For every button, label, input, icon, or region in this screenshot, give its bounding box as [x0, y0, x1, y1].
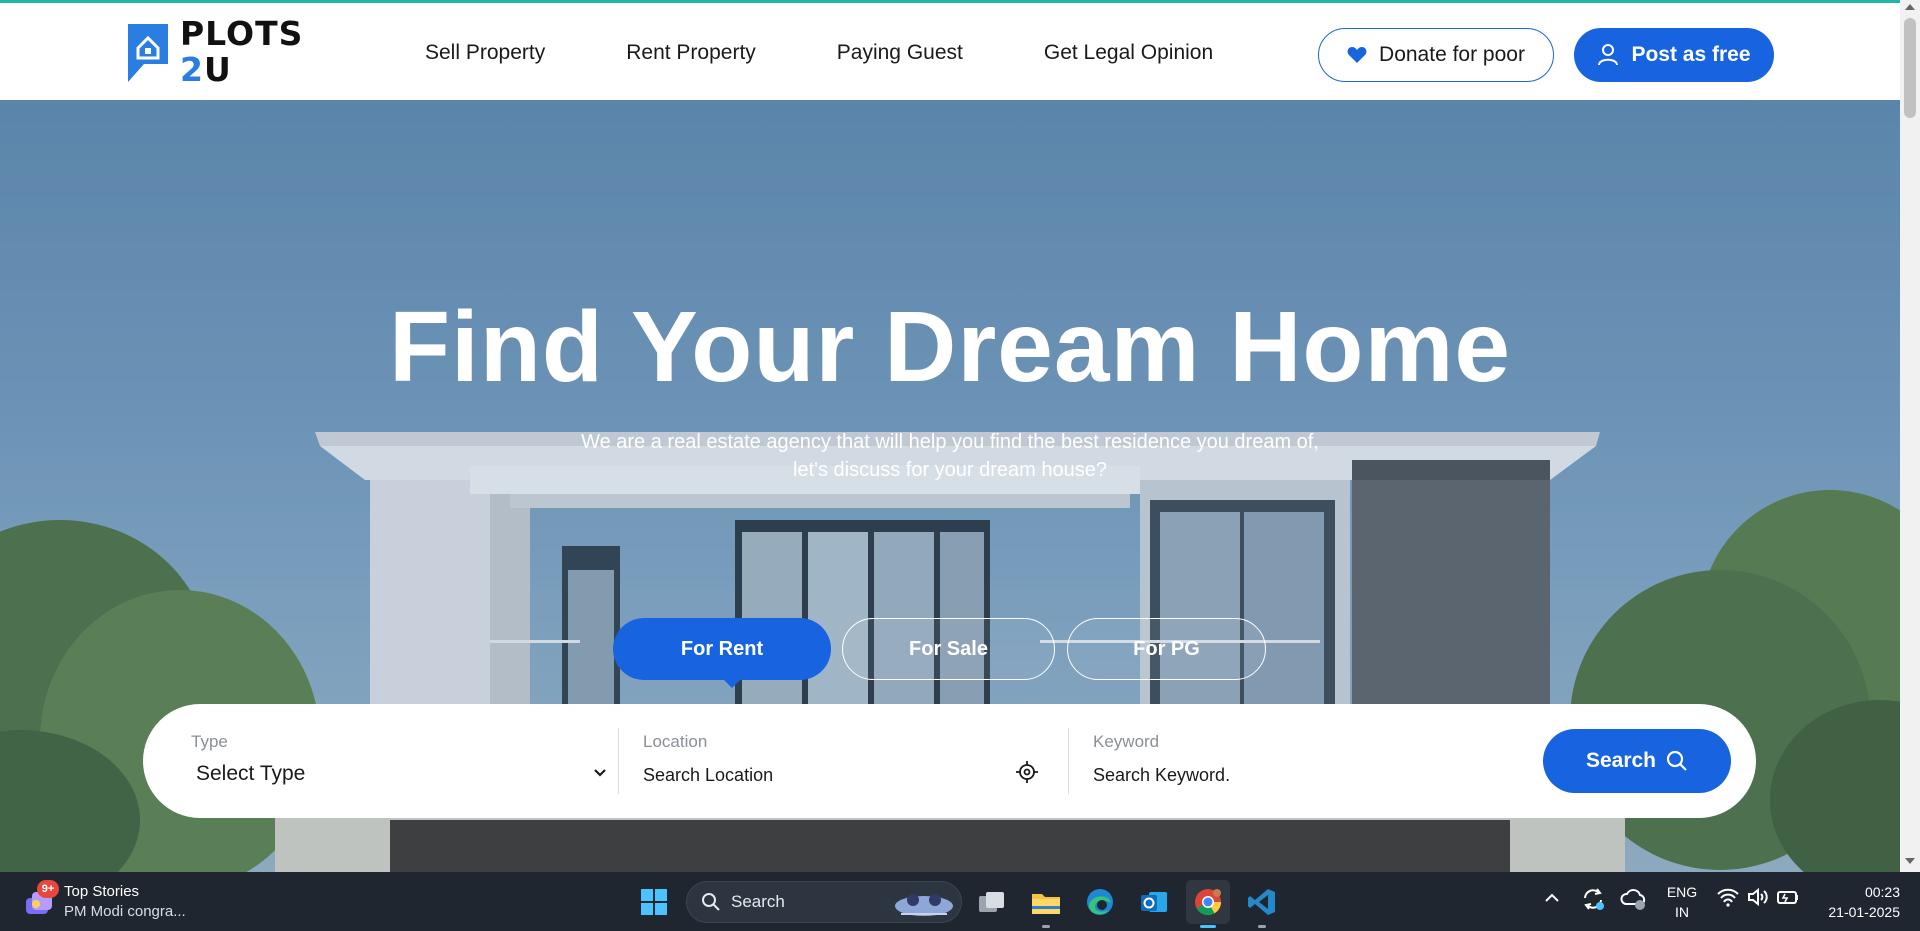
site-header: PLOTS 2U Sell Property Rent Property Pay… — [0, 0, 1900, 100]
news-badge: 9+ — [37, 880, 59, 898]
chrome-button[interactable] — [1186, 880, 1230, 928]
input-language[interactable]: ENG IN — [1664, 882, 1700, 922]
search-divider — [618, 728, 619, 794]
logo-line2-rest: U — [203, 50, 232, 89]
post-free-label: Post as free — [1631, 43, 1751, 66]
news-subtitle: PM Modi congra... — [64, 903, 186, 920]
nav-rent-property[interactable]: Rent Property — [626, 41, 756, 65]
hero-section: Find Your Dream Home We are a real estat… — [0, 100, 1900, 872]
donate-label: Donate for poor — [1379, 43, 1525, 66]
logo-wordmark: PLOTS 2U — [180, 16, 303, 88]
nav-legal-opinion[interactable]: Get Legal Opinion — [1044, 41, 1213, 65]
running-indicator — [1042, 925, 1050, 928]
tab-for-sale[interactable]: For Sale — [842, 618, 1055, 680]
news-title: Top Stories — [64, 883, 140, 900]
task-view-icon — [979, 892, 1004, 912]
hero-subtitle-line1: We are a real estate agency that will he… — [581, 431, 1319, 453]
clock-time: 00:23 — [1864, 884, 1900, 900]
tab-for-pg[interactable]: For PG — [1067, 618, 1266, 680]
taskbar-search[interactable]: Search — [686, 881, 962, 923]
outlook-icon — [1141, 892, 1167, 912]
user-icon — [1598, 44, 1619, 66]
windows-taskbar: 9+ Top Stories PM Modi congra... Search — [0, 872, 1920, 931]
main-nav: Sell Property Rent Property Paying Guest… — [425, 41, 1294, 65]
chevron-down-icon — [594, 769, 606, 777]
wifi-icon[interactable] — [1716, 886, 1740, 908]
hero-subtitle: We are a real estate agency that will he… — [0, 428, 1900, 484]
chrome-icon — [1195, 889, 1222, 916]
active-indicator — [1200, 925, 1216, 928]
chevron-up-icon[interactable] — [1544, 892, 1560, 904]
hero-title: Find Your Dream Home — [388, 291, 1512, 403]
hero-subtitle-line2: let's discuss for your dream house? — [793, 459, 1107, 481]
page-scrollbar[interactable] — [1900, 0, 1920, 872]
keyword-input[interactable]: Search Keyword. — [1093, 765, 1230, 786]
sync-icon[interactable] — [1580, 886, 1606, 912]
search-highlight-icon — [895, 894, 953, 916]
search-divider — [1068, 728, 1069, 794]
search-icon — [1666, 750, 1687, 771]
clock-date: 21-01-2025 — [1828, 904, 1900, 920]
running-indicator — [1258, 925, 1266, 928]
search-button[interactable]: Search — [1543, 729, 1731, 793]
edge-browser-icon — [1087, 889, 1113, 915]
windows-start-button[interactable] — [632, 880, 676, 924]
edge-button[interactable] — [1078, 880, 1122, 924]
language-region: IN — [1675, 904, 1689, 920]
donate-button[interactable]: Donate for poor — [1318, 28, 1554, 82]
post-free-button[interactable]: Post as free — [1574, 28, 1774, 82]
nav-paying-guest[interactable]: Paying Guest — [837, 41, 963, 65]
active-tab-pointer — [722, 678, 742, 688]
nav-sell-property[interactable]: Sell Property — [425, 41, 545, 65]
scroll-down-arrow-icon[interactable] — [1905, 858, 1915, 864]
file-explorer-button[interactable] — [1024, 880, 1068, 928]
keyword-field[interactable]: Keyword Search Keyword. — [1093, 704, 1513, 818]
taskbar-search-label: Search — [731, 892, 785, 911]
news-widget[interactable]: 9+ Top Stories PM Modi congra... — [22, 880, 222, 924]
vscode-icon — [1248, 889, 1275, 915]
onedrive-cloud-icon[interactable] — [1620, 886, 1648, 912]
location-field[interactable]: Location Search Location — [643, 704, 1063, 818]
outlook-button[interactable] — [1132, 880, 1176, 924]
scroll-up-arrow-icon[interactable] — [1905, 4, 1915, 10]
logo-house-icon — [128, 24, 168, 82]
heart-icon — [1347, 47, 1367, 63]
logo-line1: PLOTS — [180, 14, 304, 53]
windows-logo-icon — [641, 889, 667, 915]
logo-line2: 2U — [180, 52, 303, 88]
type-select[interactable]: Type Select Type — [191, 704, 611, 818]
scroll-thumb[interactable] — [1904, 18, 1916, 118]
system-clock[interactable]: 00:23 21-01-2025 — [1800, 882, 1900, 922]
tab-for-rent[interactable]: For Rent — [613, 618, 831, 680]
language-code: ENG — [1666, 884, 1698, 900]
locate-target-icon[interactable] — [1015, 760, 1039, 784]
volume-icon[interactable] — [1746, 886, 1770, 908]
location-label: Location — [643, 732, 708, 751]
listing-type-tabs: For Rent For Sale For PG — [0, 618, 1900, 688]
battery-icon[interactable] — [1776, 886, 1800, 908]
plots2u-logo[interactable]: PLOTS 2U — [122, 16, 312, 92]
task-view-button[interactable] — [970, 880, 1014, 924]
type-value: Select Type — [196, 762, 306, 785]
location-input[interactable]: Search Location — [643, 765, 773, 786]
type-label: Type — [191, 732, 228, 751]
search-button-label: Search — [1585, 749, 1657, 772]
property-search-bar: Type Select Type Location Search Locatio… — [143, 704, 1756, 818]
vscode-button[interactable] — [1240, 880, 1284, 928]
search-icon — [702, 893, 720, 911]
folder-icon — [1032, 894, 1060, 914]
keyword-label: Keyword — [1093, 732, 1160, 751]
logo-line2-number: 2 — [180, 50, 204, 89]
